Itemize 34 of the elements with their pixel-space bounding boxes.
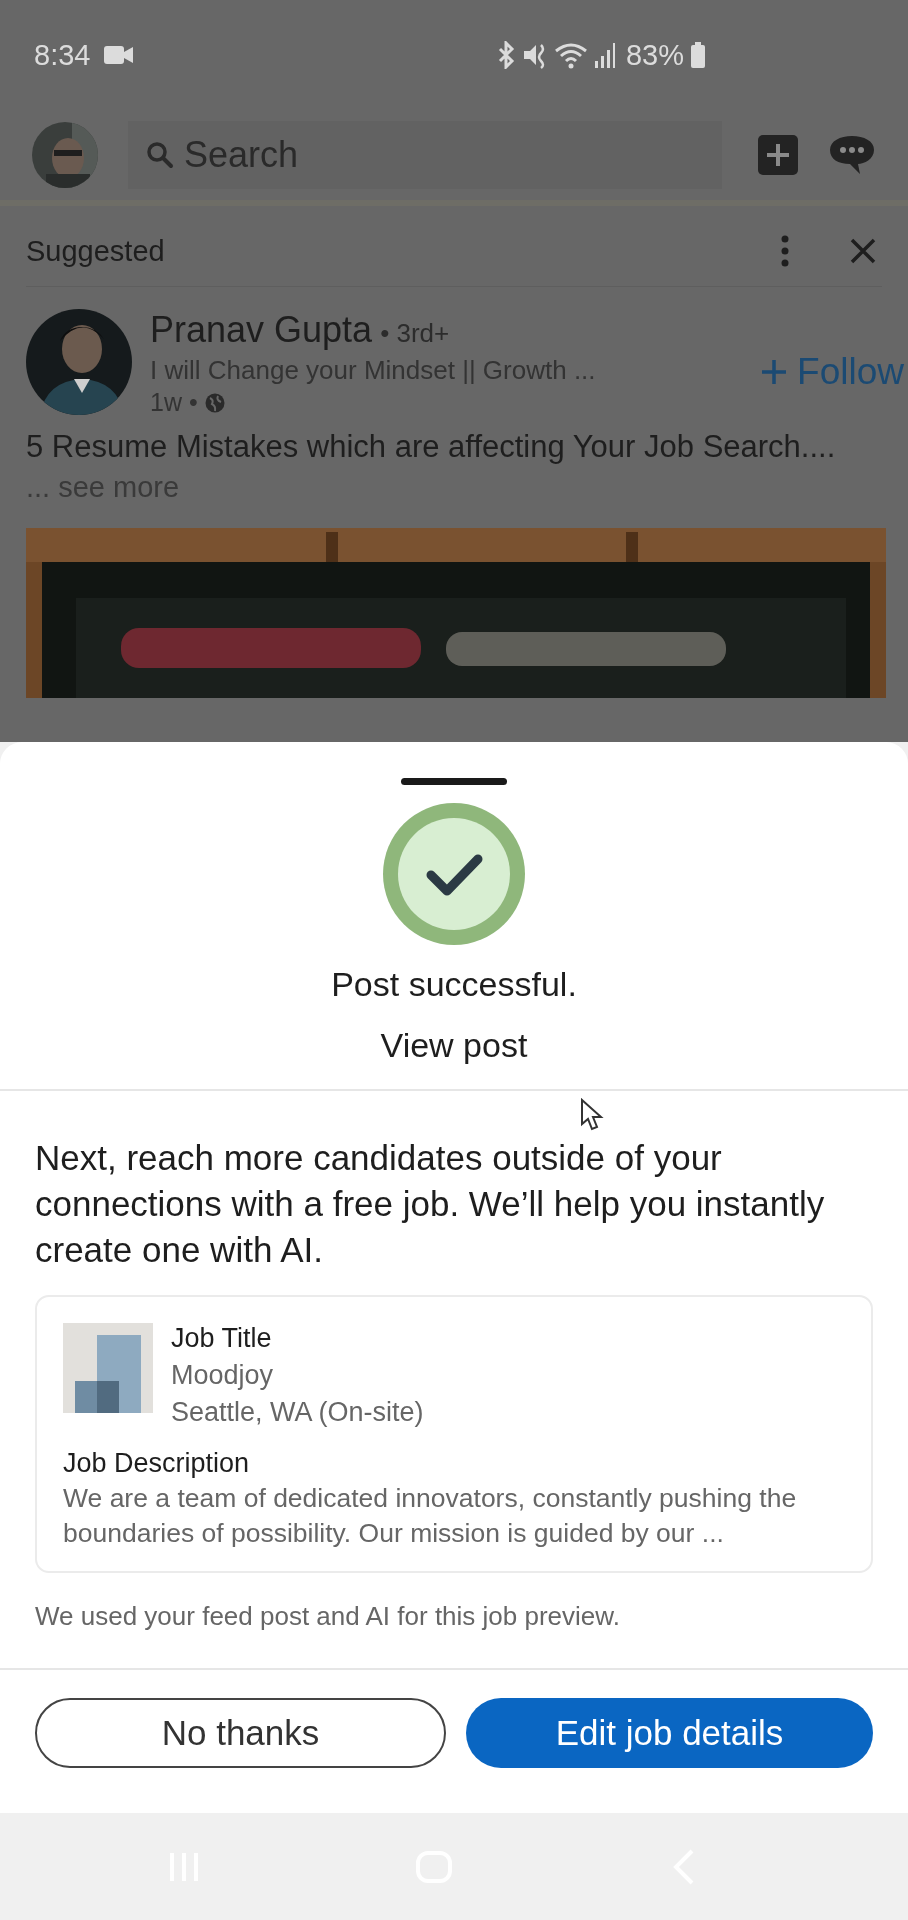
- success-check-icon: [383, 803, 525, 945]
- battery-icon: [690, 41, 706, 69]
- preview-note: We used your feed post and AI for this job preview.: [35, 1601, 621, 1632]
- status-time: 8:34: [34, 38, 91, 72]
- info-message: Next, reach more candidates outside of your connections with a free job. We’ll help you instantly create one with AI.: [35, 1137, 826, 1271]
- search-icon: [146, 141, 174, 169]
- plus-icon: [761, 359, 788, 385]
- battery-percentage: 83%: [625, 38, 684, 72]
- suggested-label: Suggested: [26, 234, 165, 268]
- author-name[interactable]: Pranav Gupta: [150, 309, 373, 351]
- globe-icon: [203, 391, 226, 414]
- company-name: Moodjoy: [171, 1360, 275, 1391]
- close-icon[interactable]: [850, 238, 876, 264]
- job-title: Job Title: [171, 1323, 273, 1354]
- company-logo-icon: [63, 1323, 153, 1413]
- signal-icon: [593, 41, 616, 69]
- cursor-icon: [580, 1098, 604, 1132]
- more-options-icon[interactable]: [780, 235, 790, 267]
- description-label: Job Description: [63, 1448, 251, 1479]
- connection-degree: • 3rd+: [380, 318, 450, 349]
- edit-job-button[interactable]: Edit job details: [466, 1698, 873, 1768]
- video-camera-icon: [104, 44, 135, 66]
- wifi-icon: [553, 41, 588, 69]
- search-input[interactable]: Search: [184, 134, 584, 176]
- no-thanks-button[interactable]: No thanks: [35, 1698, 446, 1768]
- view-post-link[interactable]: View post: [380, 1026, 528, 1065]
- search-field[interactable]: Search: [128, 121, 722, 189]
- post-text: 5 Resume Mistakes which are affecting Your Job Search....: [26, 429, 837, 465]
- messaging-icon[interactable]: [828, 134, 876, 176]
- job-description: We are a team of dedicated innovators, constantly pushing the boundaries of possibility. Our mission is guided by our ...: [63, 1482, 798, 1550]
- success-message: Post successful.: [331, 965, 577, 1004]
- add-post-icon[interactable]: [758, 135, 798, 175]
- job-location: Seattle, WA (On-site): [171, 1397, 424, 1428]
- drag-handle[interactable]: [401, 778, 507, 785]
